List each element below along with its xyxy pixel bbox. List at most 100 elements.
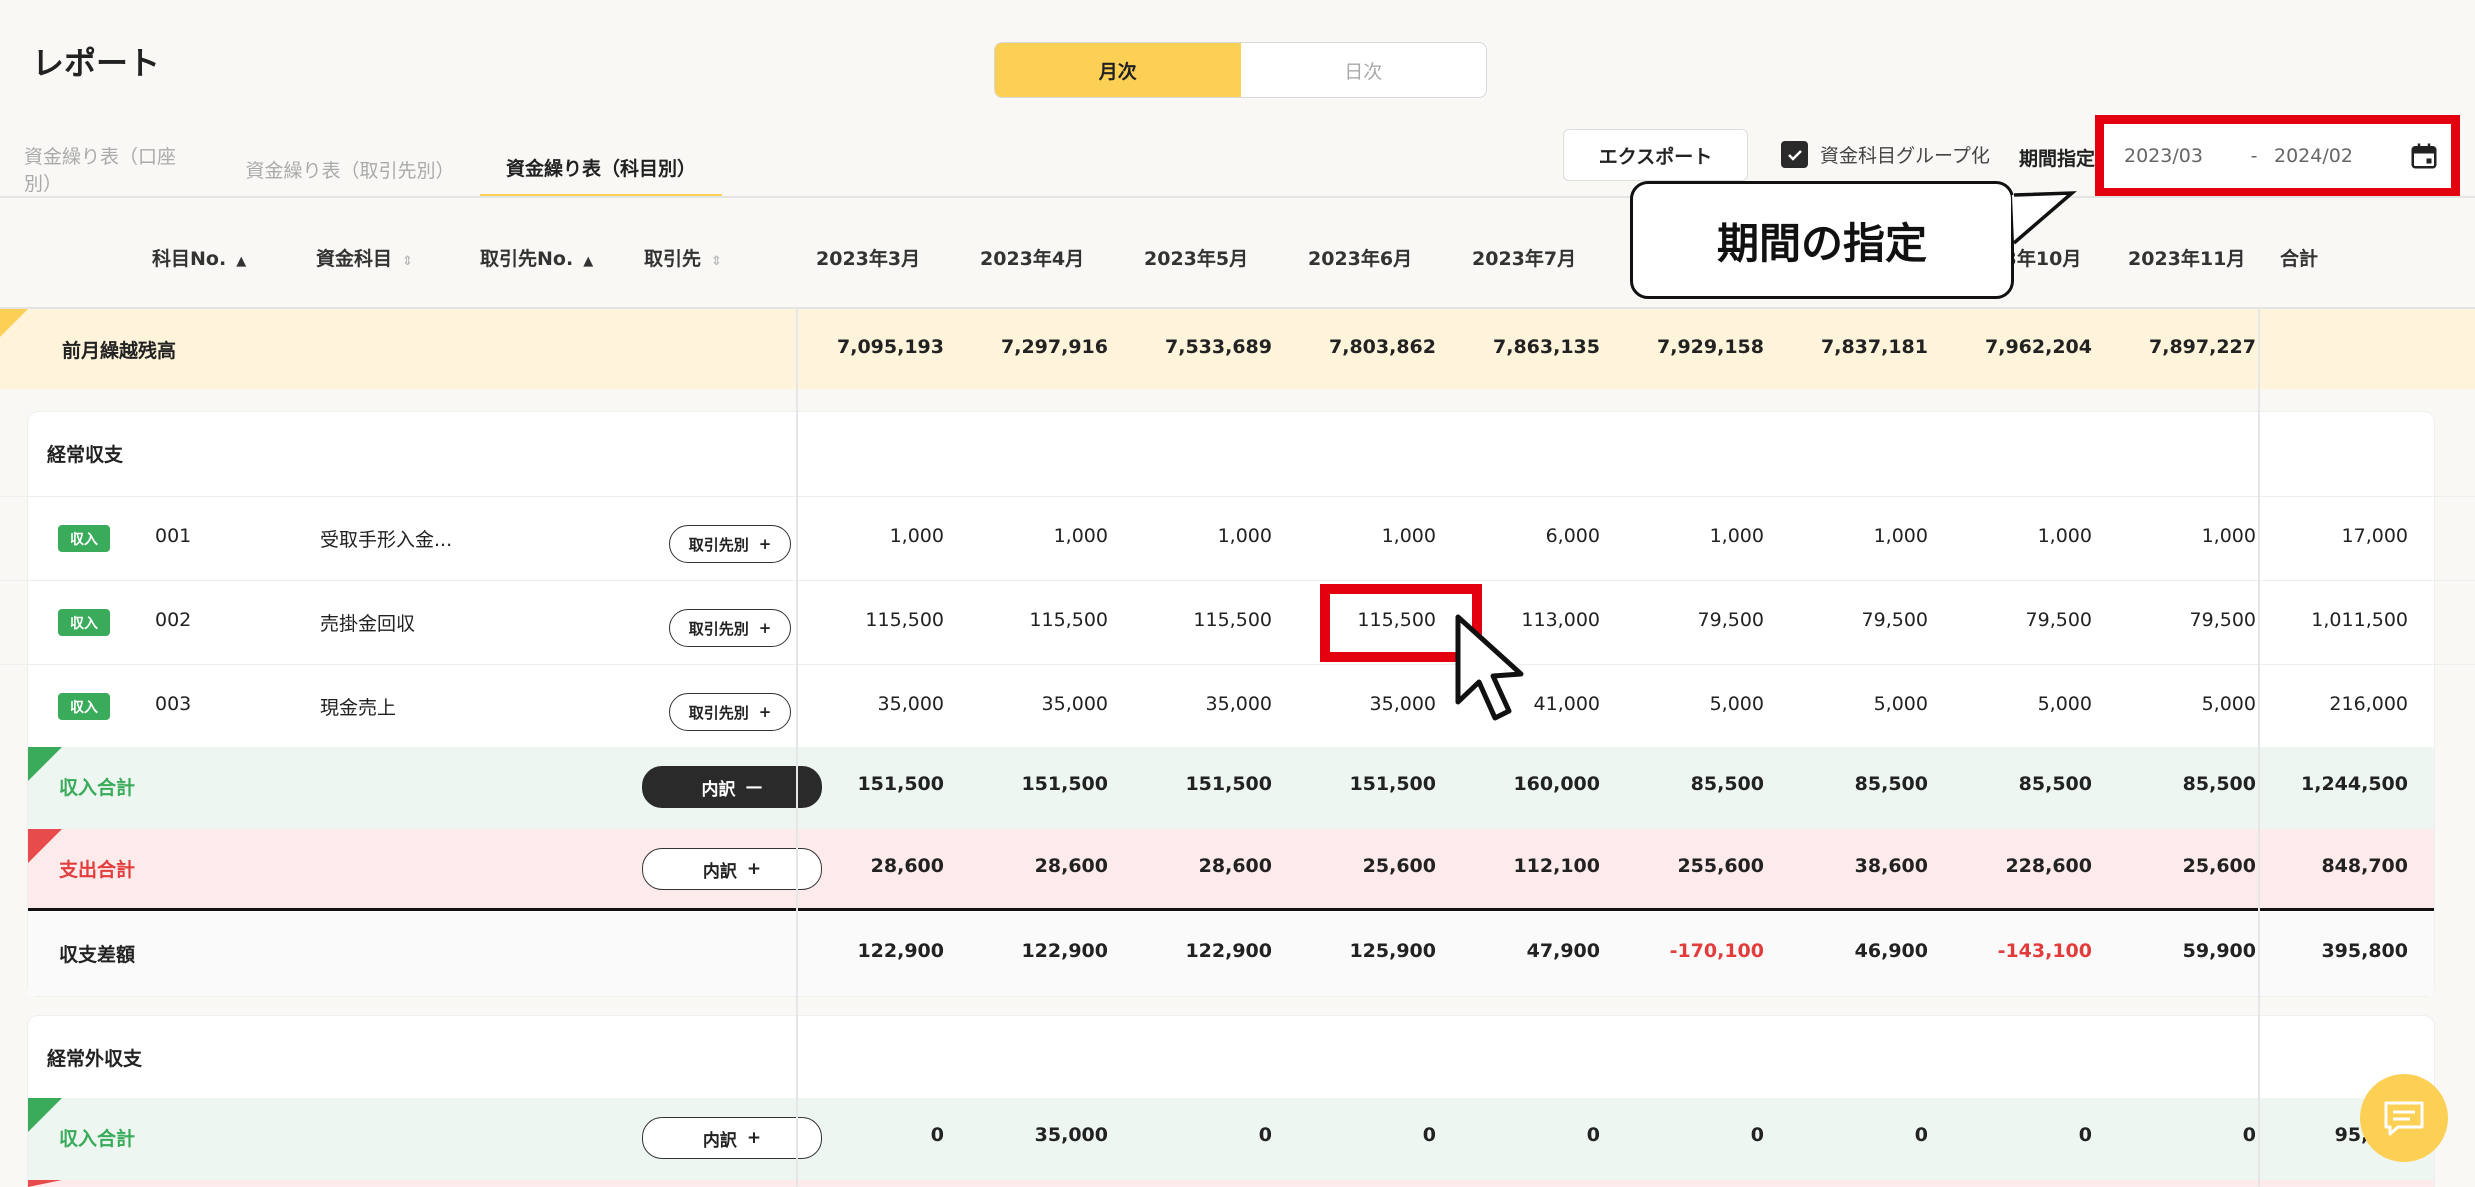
tab-by-account[interactable]: 資金繰り表（口座別）	[0, 140, 220, 198]
value-cell[interactable]: 35,000	[948, 1124, 1108, 1146]
value-cell[interactable]: 255,600	[1604, 855, 1764, 877]
view-toggle: 月次 日次	[994, 42, 1487, 98]
value-cell[interactable]: 79,500	[1932, 609, 2092, 631]
value-cell[interactable]: 1,000	[1604, 525, 1764, 547]
value-cell[interactable]: 7,929,158	[1604, 336, 1764, 358]
value-cell[interactable]: 122,900	[948, 940, 1108, 962]
value-cell[interactable]: 112,100	[1440, 855, 1600, 877]
value-cell[interactable]: -143,100	[1932, 940, 2092, 962]
row-account-name: 売掛金回収	[320, 613, 416, 635]
tab-by-subject[interactable]: 資金繰り表（科目別）	[480, 140, 722, 198]
value-cell[interactable]: 38,600	[1768, 855, 1928, 877]
value-cell[interactable]: 115,500	[948, 609, 1108, 631]
table-row[interactable]: 収入 003 現金売上 取引先別 + 35,000 35,000 35,000 35,0…	[0, 664, 2475, 748]
period-range-picker[interactable]: 2023/03 - 2024/02	[2095, 115, 2460, 197]
balance-label: 収支差額	[59, 944, 136, 966]
value-cell[interactable]: 0	[1112, 1124, 1272, 1146]
value-cell[interactable]: 160,000	[1440, 773, 1600, 795]
value-cell[interactable]: 46,900	[1768, 940, 1928, 962]
value-cell[interactable]: 115,500	[1112, 609, 1272, 631]
tab-by-partner[interactable]: 資金繰り表（取引先別）	[220, 140, 480, 198]
value-cell[interactable]: 5,000	[1768, 693, 1928, 715]
header-month: 2023年6月	[1308, 248, 1413, 270]
value-cell[interactable]: 7,837,181	[1768, 336, 1928, 358]
header-partner[interactable]: 取引先 ⇕	[644, 244, 722, 271]
period-to-input[interactable]: 2024/02	[2274, 145, 2394, 167]
value-cell[interactable]: 28,600	[1112, 855, 1272, 877]
value-cell[interactable]: 0	[1440, 1124, 1600, 1146]
value-cell[interactable]: 0	[1768, 1124, 1928, 1146]
value-cell[interactable]: 79,500	[1604, 609, 1764, 631]
value-cell[interactable]: 85,500	[1604, 773, 1764, 795]
by-partner-button[interactable]: 取引先別 +	[669, 525, 791, 563]
value-cell[interactable]: 122,900	[784, 940, 944, 962]
value-cell[interactable]: -170,100	[1604, 940, 1764, 962]
value-cell[interactable]: 35,000	[1112, 693, 1272, 715]
income-total-label: 収入合計	[59, 1128, 136, 1150]
value-cell[interactable]: 151,500	[948, 773, 1108, 795]
table-row[interactable]: 収入 001 受取手形入金... 取引先別 + 1,000 1,000 1,000 1,…	[0, 496, 2475, 580]
value-cell[interactable]: 7,863,135	[1440, 336, 1600, 358]
toggle-daily[interactable]: 日次	[1241, 43, 1487, 97]
value-cell[interactable]: 1,000	[1112, 525, 1272, 547]
value-cell[interactable]: 0	[784, 1124, 944, 1146]
header-month: 2023年4月	[980, 248, 1085, 270]
group-checkbox-wrap[interactable]: 資金科目グループ化	[1781, 141, 1990, 168]
value-cell[interactable]: 1,000	[948, 525, 1108, 547]
value-cell[interactable]: 7,533,689	[1112, 336, 1272, 358]
value-cell[interactable]: 5,000	[1932, 693, 2092, 715]
table-row[interactable]: 収入 002 売掛金回収 取引先別 + 115,500 115,500 115,500…	[0, 580, 2475, 664]
by-partner-label: 取引先別	[688, 703, 749, 722]
value-cell[interactable]: 1,000	[1276, 525, 1436, 547]
value-cell[interactable]: 7,297,916	[948, 336, 1108, 358]
value-cell[interactable]: 151,500	[1276, 773, 1436, 795]
value-cell[interactable]: 0	[1604, 1124, 1764, 1146]
value-cell[interactable]: 35,000	[948, 693, 1108, 715]
value-cell[interactable]: 28,600	[784, 855, 944, 877]
income-corner-mark	[28, 1098, 62, 1132]
sort-icon: ⇕	[711, 254, 722, 269]
value-cell[interactable]: 151,500	[784, 773, 944, 795]
value-cell[interactable]: 122,900	[1112, 940, 1272, 962]
value-cell[interactable]: 115,500	[784, 609, 944, 631]
mouse-pointer-icon	[1455, 614, 1524, 721]
value-cell[interactable]: 25,600	[1276, 855, 1436, 877]
value-cell[interactable]: 85,500	[1768, 773, 1928, 795]
value-cell[interactable]: 79,500	[1768, 609, 1928, 631]
value-cell[interactable]: 1,000	[1768, 525, 1928, 547]
export-button[interactable]: エクスポート	[1563, 129, 1748, 181]
value-cell[interactable]: 151,500	[1112, 773, 1272, 795]
value-cell[interactable]: 85,500	[1932, 773, 2092, 795]
by-partner-label: 取引先別	[688, 619, 749, 638]
value-cell[interactable]: 35,000	[784, 693, 944, 715]
value-cell[interactable]: 0	[1276, 1124, 1436, 1146]
value-cell[interactable]: 7,962,204	[1932, 336, 2092, 358]
header-partner-no[interactable]: 取引先No. ▲	[480, 244, 593, 271]
value-cell[interactable]: 7,897,227	[2096, 336, 2256, 358]
calendar-icon[interactable]	[2409, 141, 2439, 171]
total-column-divider	[2258, 308, 2260, 1187]
plus-icon: +	[758, 535, 772, 553]
value-cell[interactable]: 228,600	[1932, 855, 2092, 877]
header-code[interactable]: 科目No. ▲	[152, 244, 246, 271]
group-checkbox[interactable]	[1781, 141, 1808, 168]
value-cell[interactable]: 28,600	[948, 855, 1108, 877]
value-cell[interactable]: 7,803,862	[1276, 336, 1436, 358]
period-from-input[interactable]: 2023/03	[2124, 145, 2234, 167]
value-cell[interactable]: 1,000	[784, 525, 944, 547]
value-cell[interactable]: 0	[1932, 1124, 2092, 1146]
header-account[interactable]: 資金科目 ⇕	[316, 244, 413, 271]
value-cell[interactable]: 35,000	[1276, 693, 1436, 715]
total-cell: 1,011,500	[2311, 609, 2408, 631]
value-cell[interactable]: 1,000	[1932, 525, 2092, 547]
value-cell[interactable]: 7,095,193	[784, 336, 944, 358]
toggle-monthly[interactable]: 月次	[995, 43, 1241, 97]
value-cell[interactable]: 6,000	[1440, 525, 1600, 547]
by-partner-button[interactable]: 取引先別 +	[669, 609, 791, 647]
value-cell[interactable]: 5,000	[1604, 693, 1764, 715]
value-cell[interactable]: 47,900	[1440, 940, 1600, 962]
value-cell[interactable]: 125,900	[1276, 940, 1436, 962]
by-partner-button[interactable]: 取引先別 +	[669, 693, 791, 731]
header-code-label: 科目No.	[152, 248, 227, 270]
chat-button[interactable]	[2360, 1074, 2448, 1162]
